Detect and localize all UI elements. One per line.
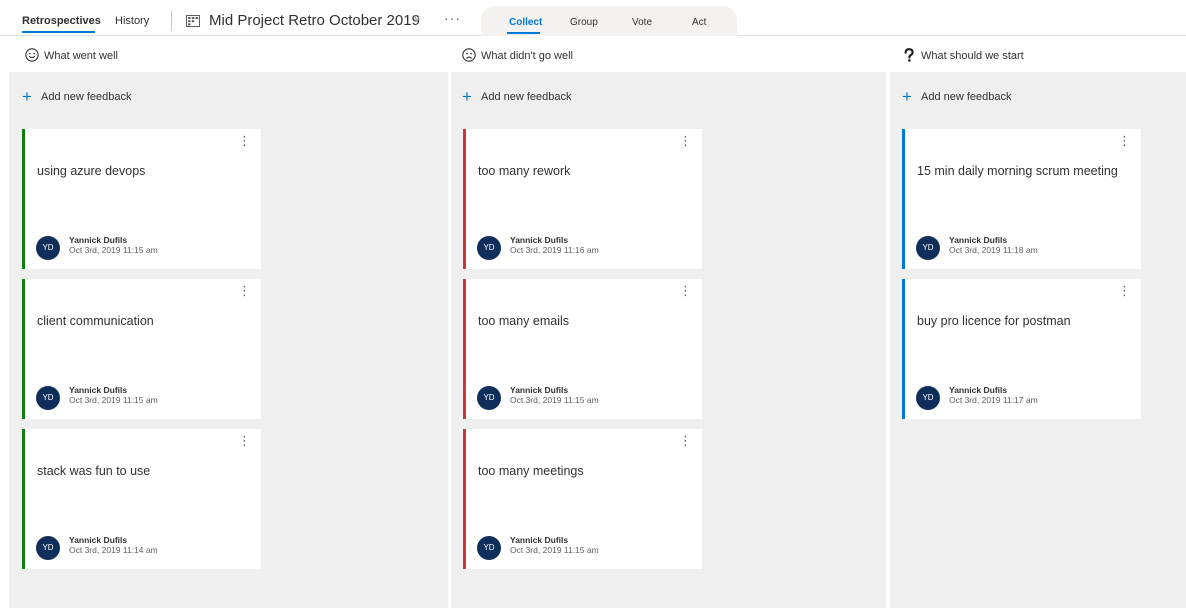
card-menu-icon[interactable]: ⋮ [679, 284, 692, 297]
avatar: YD [916, 386, 940, 410]
timestamp: Oct 3rd, 2019 11:15 am [510, 545, 599, 555]
feedback-card[interactable]: ⋮ client communication YD Yannick Dufils… [22, 279, 261, 419]
frown-icon [462, 48, 476, 62]
card-menu-icon[interactable]: ⋮ [1118, 284, 1131, 297]
card-menu-icon[interactable]: ⋮ [238, 284, 251, 297]
timestamp: Oct 3rd, 2019 11:16 am [510, 245, 599, 255]
card-menu-icon[interactable]: ⋮ [679, 134, 692, 147]
tab-vote[interactable]: Vote [632, 17, 652, 28]
tab-group[interactable]: Group [570, 17, 598, 28]
question-icon [904, 48, 914, 62]
author-name: Yannick Dufils [510, 235, 569, 245]
plus-icon: + [902, 87, 912, 106]
avatar: YD [36, 536, 60, 560]
feedback-card[interactable]: ⋮ using azure devops YD Yannick Dufils O… [22, 129, 261, 269]
feedback-text: buy pro licence for postman [917, 314, 1071, 328]
avatar: YD [477, 536, 501, 560]
divider [171, 11, 172, 31]
card-menu-icon[interactable]: ⋮ [679, 434, 692, 447]
avatar: YD [36, 386, 60, 410]
avatar: YD [477, 236, 501, 260]
timestamp: Oct 3rd, 2019 11:15 am [69, 245, 158, 255]
board-icon [186, 15, 200, 27]
feedback-card[interactable]: ⋮ too many emails YD Yannick Dufils Oct … [463, 279, 702, 419]
timestamp: Oct 3rd, 2019 11:14 am [69, 545, 158, 555]
card-menu-icon[interactable]: ⋮ [238, 434, 251, 447]
feedback-text: using azure devops [37, 164, 146, 178]
timestamp: Oct 3rd, 2019 11:17 am [949, 395, 1038, 405]
feedback-text: too many rework [478, 164, 571, 178]
timestamp: Oct 3rd, 2019 11:15 am [69, 395, 158, 405]
feedback-text: too many emails [478, 314, 570, 328]
top-bar: Retrospectives History Mid Project Retro… [0, 0, 1186, 36]
author-name: Yannick Dufils [69, 235, 128, 245]
chevron-down-icon[interactable]: ∨ [413, 12, 421, 25]
feedback-card[interactable]: ⋮ too many meetings YD Yannick Dufils Oc… [463, 429, 702, 569]
timestamp: Oct 3rd, 2019 11:18 am [949, 245, 1038, 255]
feedback-card[interactable]: ⋮ 15 min daily morning scrum meeting YD … [902, 129, 1141, 269]
board-title[interactable]: Mid Project Retro October 2019 [209, 12, 420, 29]
author-name: Yannick Dufils [510, 535, 569, 545]
author-name: Yannick Dufils [69, 535, 128, 545]
author-name: Yannick Dufils [949, 385, 1008, 395]
more-options-icon[interactable]: ··· [444, 10, 461, 26]
tab-collect[interactable]: Collect [509, 17, 542, 28]
feedback-text: too many meetings [478, 464, 584, 478]
author-name: Yannick Dufils [69, 385, 128, 395]
active-phase-indicator [507, 32, 540, 34]
card-menu-icon[interactable]: ⋮ [238, 134, 251, 147]
column-title: What didn't go well [481, 50, 573, 62]
timestamp: Oct 3rd, 2019 11:15 am [510, 395, 599, 405]
plus-icon: + [22, 87, 32, 106]
tab-retrospectives[interactable]: Retrospectives [22, 15, 101, 27]
active-tab-indicator [22, 31, 95, 33]
feedback-text: client communication [37, 314, 154, 328]
smile-icon [25, 48, 39, 62]
add-feedback-label: Add new feedback [921, 91, 1012, 103]
avatar: YD [916, 236, 940, 260]
column-title: What should we start [921, 50, 1024, 62]
feedback-text: stack was fun to use [37, 464, 151, 478]
column-title: What went well [44, 50, 118, 62]
feedback-text: 15 min daily morning scrum meeting [917, 164, 1118, 178]
tab-history[interactable]: History [115, 15, 149, 27]
avatar: YD [477, 386, 501, 410]
plus-icon: + [462, 87, 472, 106]
author-name: Yannick Dufils [949, 235, 1008, 245]
feedback-card[interactable]: ⋮ buy pro licence for postman YD Yannick… [902, 279, 1141, 419]
author-name: Yannick Dufils [510, 385, 569, 395]
feedback-card[interactable]: ⋮ too many rework YD Yannick Dufils Oct … [463, 129, 702, 269]
feedback-card[interactable]: ⋮ stack was fun to use YD Yannick Dufils… [22, 429, 261, 569]
card-menu-icon[interactable]: ⋮ [1118, 134, 1131, 147]
tab-act[interactable]: Act [692, 17, 706, 28]
avatar: YD [36, 236, 60, 260]
add-feedback-label: Add new feedback [41, 91, 132, 103]
add-feedback-label: Add new feedback [481, 91, 572, 103]
